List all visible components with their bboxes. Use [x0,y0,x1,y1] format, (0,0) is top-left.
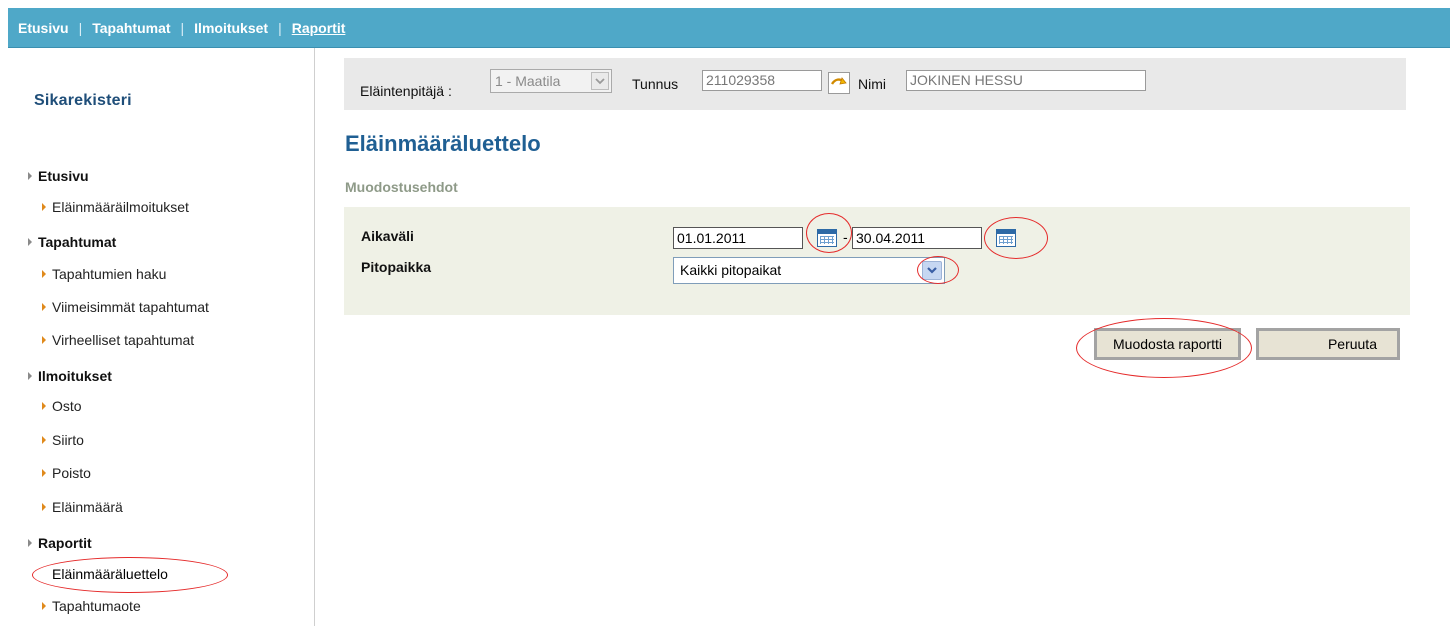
sidebar-item-poisto[interactable]: Poisto [42,465,91,481]
bullet-arrow-icon [42,436,46,444]
sidebar-item-label: Poisto [52,465,91,481]
pitopaikka-select-value: Kaikki pitopaikat [680,262,782,278]
topnav-item-raportit[interactable]: Raportit [292,20,346,36]
sidebar-item-label: Tapahtumaote [52,598,141,614]
bullet-arrow-icon [42,203,46,211]
nimi-label: Nimi [858,76,886,92]
bullet-arrow-icon [42,270,46,278]
bullet-arrow-icon [28,539,32,547]
owner-filter-bar: Eläintenpitäjä : 1 - Maatila Tunnus 2110… [344,58,1406,110]
bullet-arrow-icon [28,238,32,246]
sidebar-item-osto[interactable]: Osto [42,398,82,414]
sidebar-section-ilmoitukset[interactable]: Ilmoitukset [28,368,112,384]
sidebar-item-label: Eläinmääräilmoitukset [52,199,189,215]
sidebar: Sikarekisteri Etusivu Eläinmääräilmoituk… [8,48,315,626]
sidebar-item-label: Tapahtumien haku [52,266,167,282]
bullet-arrow-icon [42,503,46,511]
sidebar-item-label: Osto [52,398,82,414]
sidebar-item-elainmaaraluettelo[interactable]: Eläinmääräluettelo [42,566,168,582]
topnav-separator: | [180,19,185,36]
nimi-field[interactable]: JOKINEN HESSU [906,70,1146,91]
sidebar-section-tapahtumat[interactable]: Tapahtumat [28,234,116,250]
owner-label: Eläintenpitäjä : [360,83,452,99]
chevron-down-icon [591,72,609,90]
cancel-button[interactable]: Peruuta [1256,328,1400,360]
sidebar-item-viimeisimmat-tapahtumat[interactable]: Viimeisimmät tapahtumat [42,299,209,315]
sidebar-item-label: Eläinmääräluettelo [52,566,168,582]
sidebar-item-tapahtumien-haku[interactable]: Tapahtumien haku [42,266,166,282]
topnav-item-etusivu[interactable]: Etusivu [18,20,69,36]
tunnus-field[interactable]: 211029358 [702,70,822,91]
topnav-separator: | [78,19,83,36]
date-separator: - [843,229,848,245]
sidebar-section-etusivu[interactable]: Etusivu [28,168,89,184]
sidebar-item-label: Siirto [52,432,84,448]
sidebar-item-tapahtumaote[interactable]: Tapahtumaote [42,598,141,614]
sidebar-item-virheelliset-tapahtumat[interactable]: Virheelliset tapahtumat [42,332,194,348]
bullet-arrow-icon [28,372,32,380]
end-date-field[interactable]: 30.04.2011 [852,227,982,249]
top-navigation: Etusivu | Tapahtumat | Ilmoitukset | Rap… [8,8,1450,48]
sidebar-item-label: Virheelliset tapahtumat [52,332,195,348]
start-date-field[interactable]: 01.01.2011 [673,227,803,249]
sidebar-section-label: Etusivu [38,168,89,184]
owner-select-value: 1 - Maatila [495,73,561,89]
tunnus-label: Tunnus [632,76,679,92]
sidebar-section-raportit[interactable]: Raportit [28,535,92,551]
pitopaikka-label: Pitopaikka [361,259,432,275]
sidebar-item-label: Viimeisimmät tapahtumat [52,299,209,315]
page-title: Eläinmääräluettelo [345,131,541,156]
bullet-arrow-icon [42,469,46,477]
refresh-arrow-icon[interactable] [828,72,850,94]
bullet-arrow-icon [42,402,46,410]
sidebar-item-siirto[interactable]: Siirto [42,432,84,448]
bullet-arrow-icon [42,303,46,311]
topnav-item-ilmoitukset[interactable]: Ilmoitukset [194,20,268,36]
sidebar-item-label: Eläinmäärä [52,499,123,515]
sidebar-item-elainmaara[interactable]: Eläinmäärä [42,499,123,515]
bullet-arrow-icon [28,172,32,180]
calendar-icon[interactable] [817,229,837,247]
chevron-down-icon [922,261,942,280]
topnav-item-tapahtumat[interactable]: Tapahtumat [92,20,170,36]
bullet-arrow-icon [42,602,46,610]
sidebar-section-label: Ilmoitukset [38,368,112,384]
section-title: Muodostusehdot [345,179,458,195]
owner-select[interactable]: 1 - Maatila [490,69,612,93]
generate-report-button[interactable]: Muodosta raportti [1094,328,1241,360]
topnav-separator: | [278,19,282,36]
calendar-icon[interactable] [996,229,1016,247]
aikavali-label: Aikaväli [361,228,414,244]
sidebar-section-label: Tapahtumat [38,234,117,250]
sidebar-section-label: Raportit [38,535,92,551]
app-title: Sikarekisteri [34,92,132,109]
bullet-arrow-icon [42,336,46,344]
sidebar-item-elainmaarailmoitukset[interactable]: Eläinmääräilmoitukset [42,199,189,215]
pitopaikka-select[interactable]: Kaikki pitopaikat [673,257,945,284]
